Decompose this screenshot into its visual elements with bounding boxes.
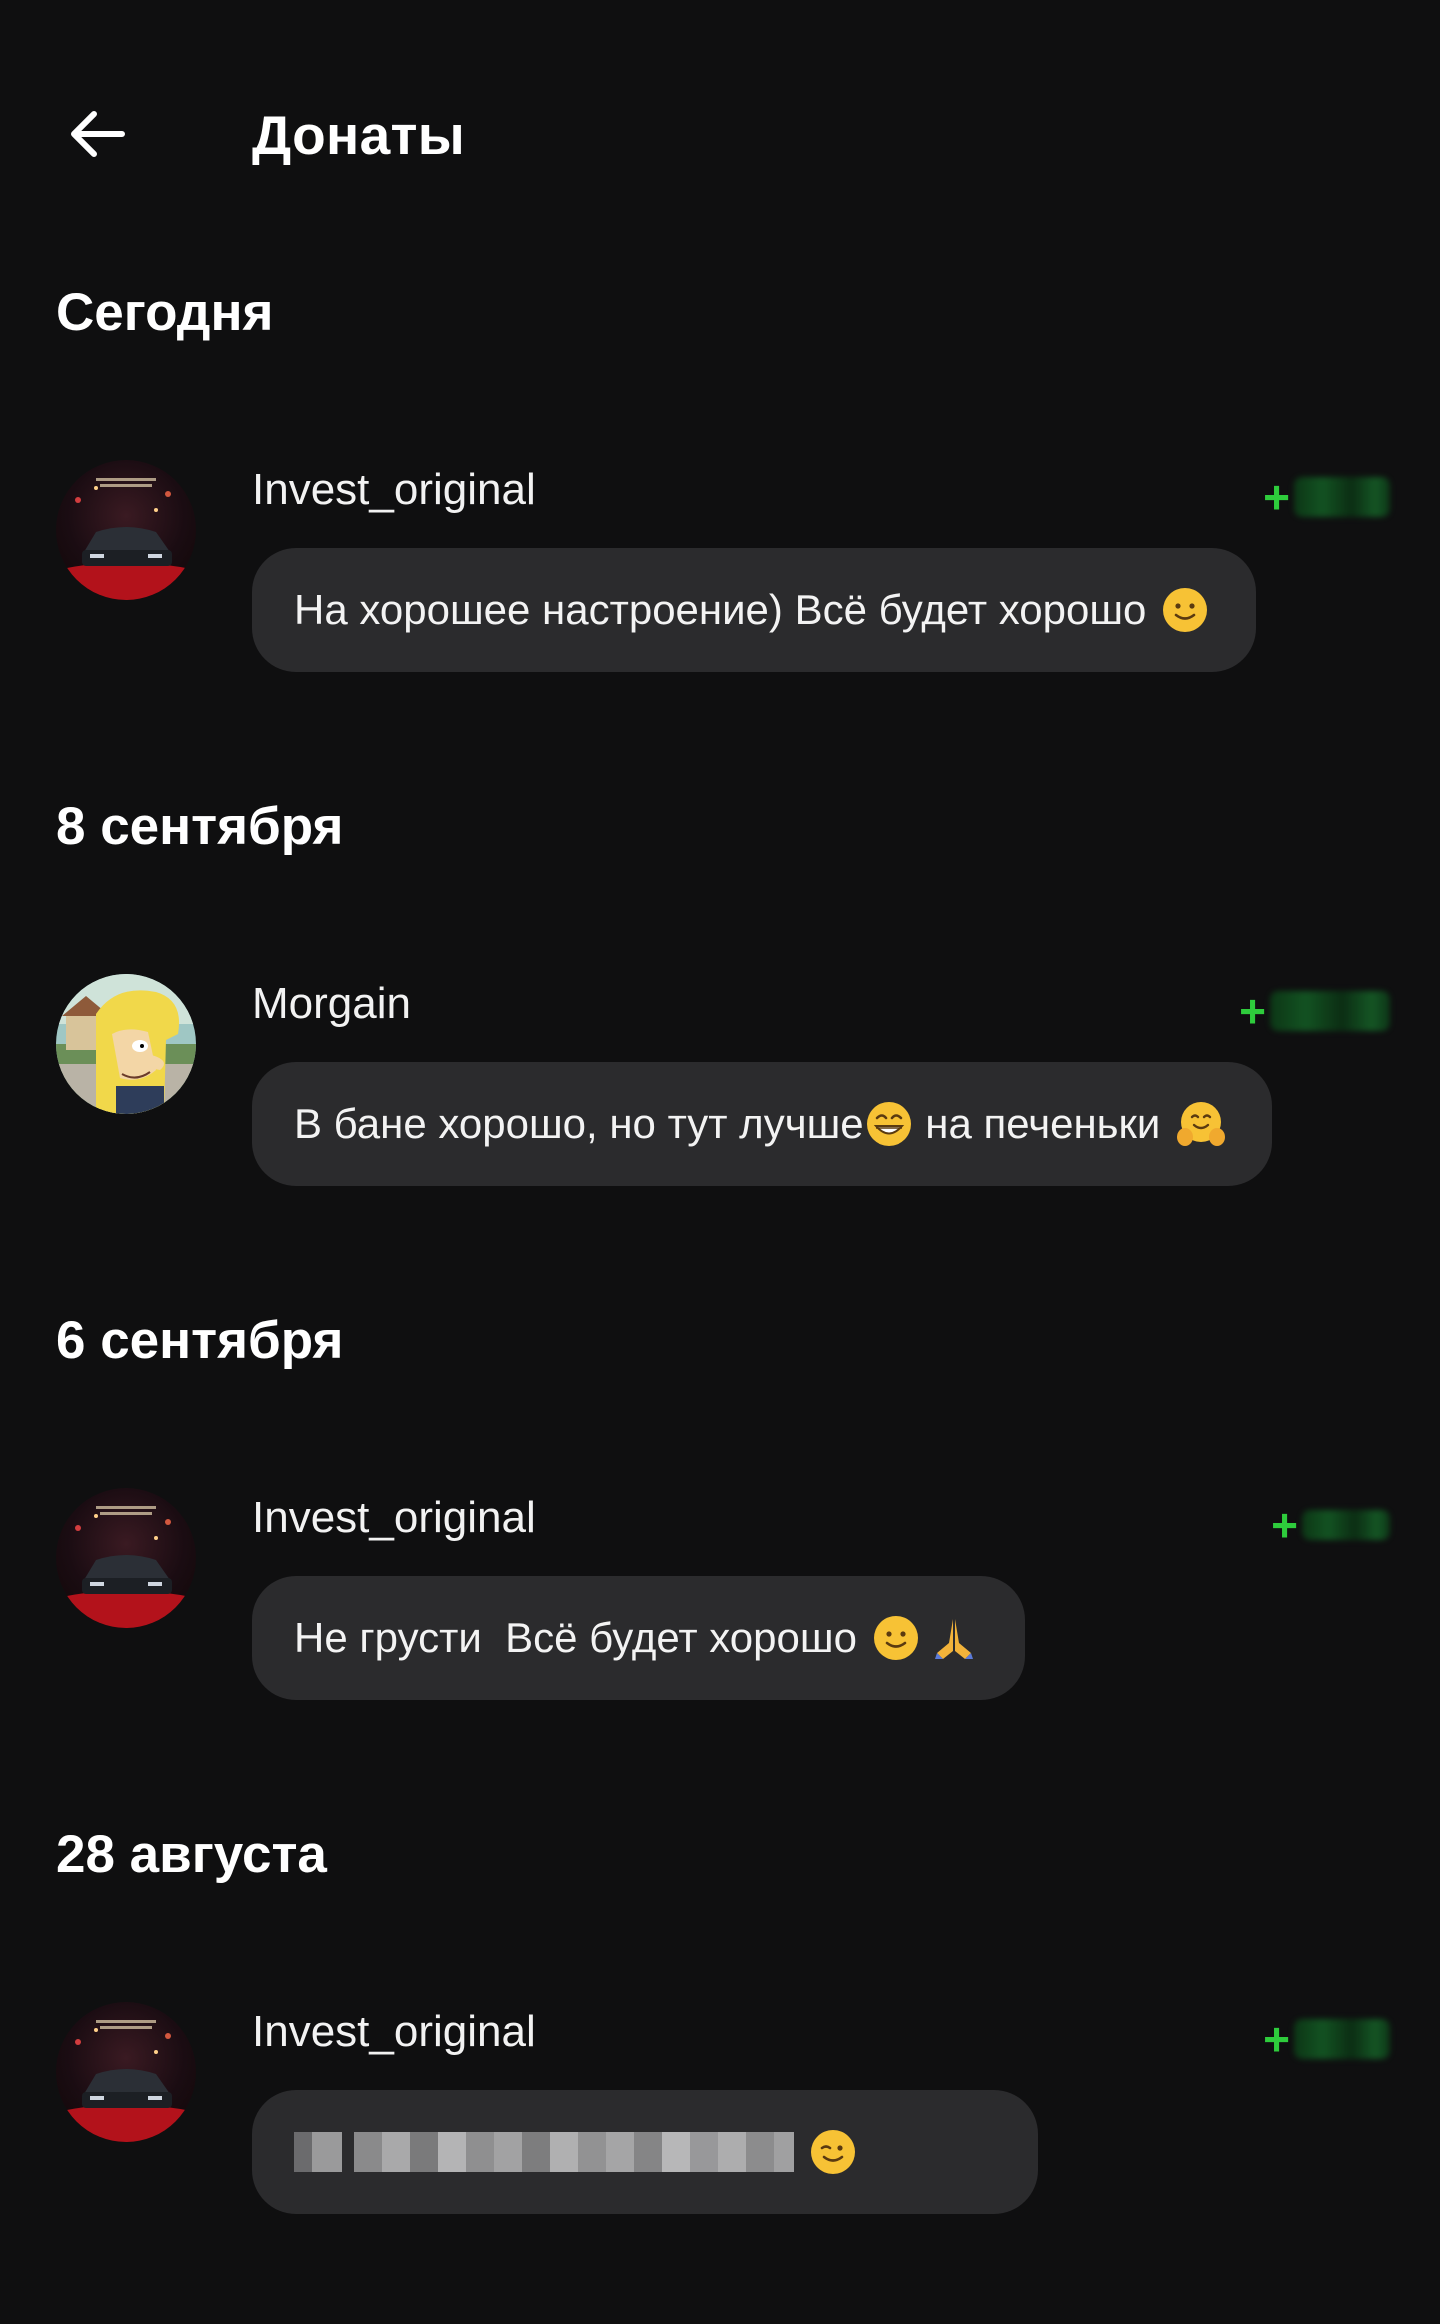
donor-username[interactable]: Invest_original bbox=[252, 2004, 536, 2060]
page-title: Донаты bbox=[252, 104, 465, 166]
avatar[interactable] bbox=[56, 460, 196, 600]
arrow-left-icon bbox=[71, 111, 125, 157]
donation-amount: + bbox=[1239, 984, 1390, 1038]
date-heading: 8 сентября bbox=[56, 797, 344, 856]
grinning-face-emoji bbox=[866, 1102, 911, 1146]
donor-username[interactable]: Morgain bbox=[252, 976, 411, 1032]
donor-username[interactable]: Invest_original bbox=[252, 462, 536, 518]
donation-amount: + bbox=[1263, 2012, 1390, 2066]
donation-item[interactable]: Invest_original + Не грусти Всё будет хо… bbox=[0, 1488, 1440, 1778]
slightly-smiling-face-emoji bbox=[873, 1616, 918, 1660]
hugging-face-emoji bbox=[1177, 1102, 1226, 1146]
message-text: На хорошее настроение) Всё будет хорошо bbox=[294, 586, 1147, 633]
donation-message: В бане хорошо, но тут лучше на печеньки bbox=[252, 1062, 1273, 1186]
donation-item[interactable]: Invest_original + На хорошее настроение)… bbox=[0, 460, 1440, 750]
donation-item[interactable]: Morgain + В бане хорошо, но тут лучше на… bbox=[0, 974, 1440, 1264]
message-text: на печеньки bbox=[913, 1100, 1173, 1147]
amount-sign: + bbox=[1239, 985, 1266, 1037]
date-heading: 28 августа bbox=[56, 1825, 327, 1884]
donation-amount: + bbox=[1263, 470, 1390, 524]
amount-redacted bbox=[1270, 991, 1390, 1031]
folded-hands-emoji bbox=[934, 1619, 973, 1659]
amount-sign: + bbox=[1263, 471, 1290, 523]
message-text-redacted bbox=[294, 2132, 794, 2172]
amount-redacted bbox=[1302, 1510, 1390, 1540]
date-heading-today: Сегодня bbox=[56, 283, 274, 342]
back-button[interactable] bbox=[60, 96, 136, 172]
donation-amount: + bbox=[1271, 1498, 1390, 1552]
donor-username[interactable]: Invest_original bbox=[252, 1490, 536, 1546]
amount-redacted bbox=[1294, 477, 1390, 517]
message-text: Не грусти Всё будет хорошо bbox=[294, 1614, 857, 1661]
amount-sign: + bbox=[1263, 2013, 1290, 2065]
amount-redacted bbox=[1294, 2019, 1390, 2059]
avatar[interactable] bbox=[56, 2002, 196, 2142]
donation-message: Не грусти Всё будет хорошо bbox=[252, 1576, 1025, 1700]
donation-message: На хорошее настроение) Всё будет хорошо bbox=[252, 548, 1257, 672]
slightly-smiling-face-emoji bbox=[1163, 588, 1208, 632]
donation-item[interactable]: Invest_original + bbox=[0, 2002, 1440, 2292]
date-heading: 6 сентября bbox=[56, 1311, 344, 1370]
amount-sign: + bbox=[1271, 1499, 1298, 1551]
message-text: В бане хорошо, но тут лучше bbox=[294, 1100, 864, 1147]
avatar[interactable] bbox=[56, 974, 196, 1114]
avatar[interactable] bbox=[56, 1488, 196, 1628]
winking-face-emoji bbox=[811, 2130, 855, 2174]
donation-message bbox=[252, 2090, 1038, 2214]
top-app-bar: Донаты bbox=[0, 0, 1440, 270]
